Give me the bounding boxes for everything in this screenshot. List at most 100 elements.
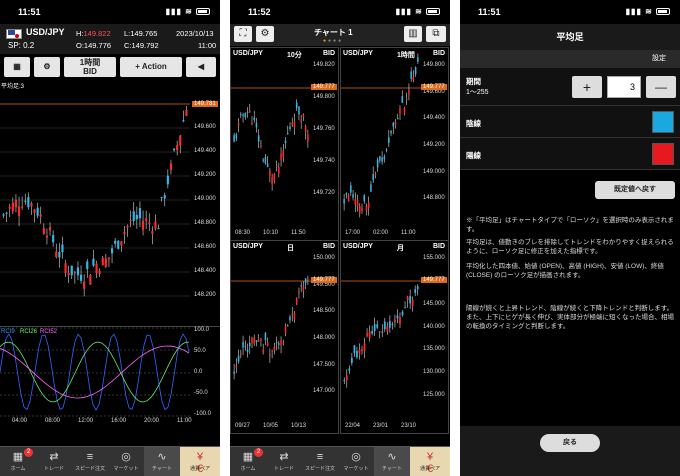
x-tick-label: 08:00 bbox=[45, 418, 61, 424]
reset-defaults-button[interactable]: 既定値へ戻す bbox=[595, 181, 675, 199]
layout-button[interactable]: ▥ bbox=[404, 26, 422, 42]
candle bbox=[365, 203, 368, 216]
mini-chart-3[interactable]: USD/JPY 日 BID 150.000 149.500 148.500 148.000 1… bbox=[230, 240, 339, 434]
candle bbox=[412, 70, 415, 83]
status-time: 11:52 bbox=[248, 7, 271, 17]
bearish-color-swatch[interactable] bbox=[652, 111, 674, 133]
candle bbox=[289, 314, 291, 324]
candle bbox=[350, 352, 353, 366]
main-chart[interactable]: 平均足:3 149.600 149.400 149.200 149.000 148.80… bbox=[0, 80, 220, 326]
nav-label: チャート bbox=[382, 466, 402, 472]
candle bbox=[358, 203, 361, 218]
nav-speed-order[interactable]: ≡ スピード注文 bbox=[302, 447, 338, 476]
settings-button[interactable]: ⚙ bbox=[256, 26, 274, 42]
candle bbox=[27, 192, 30, 210]
nav-label: トレード bbox=[273, 466, 294, 472]
x-tick-label: 02:00 bbox=[373, 230, 389, 236]
candle bbox=[399, 312, 401, 328]
candle bbox=[293, 113, 296, 135]
description-para-3: 陽線が続くと上昇トレンド、陰線が続くと下降トレンドと判断します。また、上下にヒゲ… bbox=[466, 305, 674, 330]
candle bbox=[396, 309, 399, 324]
candle bbox=[251, 336, 253, 349]
caret-left-icon: ◀ bbox=[197, 62, 205, 71]
nav-label: マーケット bbox=[113, 466, 139, 472]
candle bbox=[409, 289, 412, 309]
candle bbox=[33, 208, 36, 223]
expand-button[interactable]: ⛶ bbox=[234, 26, 252, 42]
nav-chart[interactable]: ∿ チャート bbox=[374, 447, 410, 476]
grid-layout-button[interactable]: ▦ bbox=[4, 57, 30, 77]
candle bbox=[295, 297, 298, 306]
period-range: 1〜255 bbox=[466, 89, 489, 96]
nav-label: チャート bbox=[152, 466, 172, 472]
candle bbox=[286, 324, 289, 327]
nav-currency-pair[interactable]: ¥€ 通貨ペア bbox=[180, 447, 220, 476]
mini-chart-4[interactable]: USD/JPY月BID155.000150.000145.000140.0001… bbox=[340, 240, 449, 434]
candle bbox=[385, 148, 388, 153]
candle bbox=[248, 103, 251, 113]
period-input[interactable] bbox=[607, 76, 641, 98]
timeframe-button[interactable]: 1時間 BID bbox=[64, 57, 116, 77]
candle bbox=[244, 340, 247, 351]
mini-chart-1[interactable]: USD/JPY 10分 BID 149.820 149.800 149.760 149.74… bbox=[230, 47, 339, 241]
action-button[interactable]: + Action bbox=[120, 57, 182, 77]
rci-panel[interactable]: RCI9 RCI26 RCI52 100.0 50.0 0.0 -50.0 -100.0 bbox=[0, 326, 220, 417]
nav-home[interactable]: ▦ ホーム 2 bbox=[230, 447, 266, 476]
candle bbox=[260, 337, 262, 347]
decrement-button[interactable]: — bbox=[646, 76, 676, 98]
page-title: 平均足 bbox=[460, 24, 680, 50]
candle bbox=[298, 106, 300, 121]
split-button[interactable]: ⧉ bbox=[426, 26, 446, 42]
rci-tick-label: 50.0 bbox=[194, 348, 206, 354]
candle bbox=[361, 345, 363, 355]
bullish-color-swatch[interactable] bbox=[652, 143, 674, 165]
chart-set-title[interactable]: チャート 1 bbox=[314, 27, 353, 38]
candle bbox=[107, 257, 111, 268]
mini-chart-2[interactable]: USD/JPY 1時間 BID 149.800 149.600 149.400 149.20… bbox=[340, 47, 449, 241]
y-tick-label: 149.200 bbox=[423, 142, 445, 148]
candle bbox=[160, 196, 163, 202]
gear-icon: ⚙ bbox=[260, 28, 270, 39]
settings-button[interactable]: ⚙ bbox=[34, 57, 60, 77]
nav-speed-order[interactable]: ≡ スピード注文 bbox=[72, 447, 108, 476]
rci-tick-label: 0.0 bbox=[194, 369, 203, 375]
mini-candlestick-svg bbox=[231, 87, 311, 191]
candle bbox=[394, 314, 396, 328]
nav-home[interactable]: ▦ ホーム 2 bbox=[0, 447, 36, 476]
timeframe-label: 1時間 bbox=[79, 58, 101, 67]
nav-market[interactable]: ◎ マーケット bbox=[108, 447, 144, 476]
back-button[interactable]: 戻る bbox=[540, 434, 600, 452]
rci-line bbox=[0, 345, 190, 399]
increment-button[interactable]: + bbox=[572, 76, 602, 98]
candle bbox=[264, 153, 267, 165]
candle bbox=[399, 105, 401, 120]
pair-name[interactable]: USD/JPY bbox=[26, 27, 65, 37]
candle bbox=[289, 122, 291, 132]
candle bbox=[52, 230, 55, 247]
candle bbox=[304, 277, 307, 290]
candle bbox=[404, 301, 406, 309]
nav-chart[interactable]: ∿ チャート bbox=[144, 447, 180, 476]
candle bbox=[282, 339, 285, 346]
y-tick-label: 149.740 bbox=[313, 158, 335, 164]
mini-candlestick-svg bbox=[341, 280, 421, 388]
rci-line bbox=[0, 333, 190, 411]
nav-trade[interactable]: ⇄ トレード bbox=[266, 447, 302, 476]
plus-icon: + bbox=[135, 62, 142, 71]
price-type-label: BID bbox=[83, 67, 97, 76]
collapse-button[interactable]: ◀ bbox=[186, 57, 216, 77]
nav-trade[interactable]: ⇄ トレード bbox=[36, 447, 72, 476]
plus-icon: + bbox=[582, 79, 592, 95]
nav-currency-pair[interactable]: ¥€ 通貨ペア bbox=[410, 447, 450, 476]
description-para-2: 平均化した四本値、始値 (OPEN)、高値 (HIGH)、安値 (LOW)、終値… bbox=[466, 263, 664, 279]
candle bbox=[280, 147, 282, 167]
current-price-tag: 149.777 bbox=[421, 84, 447, 90]
candle bbox=[5, 211, 8, 223]
quote-date: 2023/10/13 bbox=[176, 29, 214, 38]
candle bbox=[237, 118, 240, 133]
nav-market[interactable]: ◎ マーケット bbox=[338, 447, 374, 476]
candle bbox=[373, 317, 376, 337]
x-tick-label: 08:30 bbox=[235, 230, 251, 236]
candle bbox=[257, 334, 260, 342]
candle bbox=[401, 310, 404, 317]
